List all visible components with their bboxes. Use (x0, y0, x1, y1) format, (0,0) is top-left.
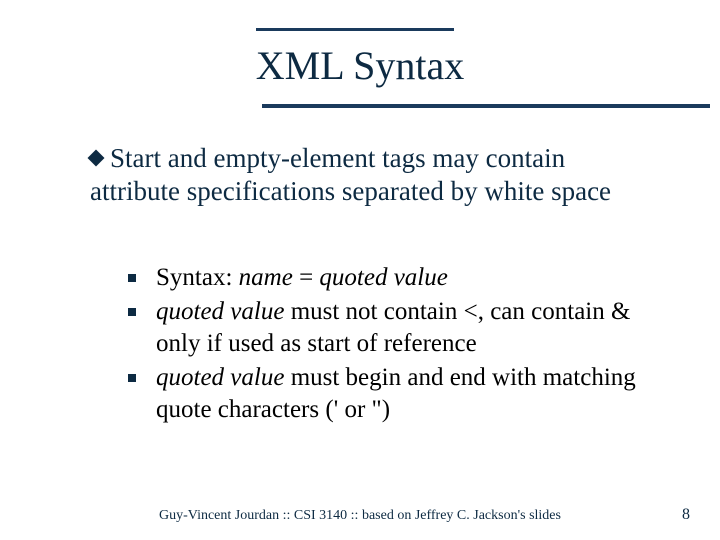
sub2-mono1: < (464, 298, 478, 325)
top-rule (256, 28, 454, 31)
sub2-mono2: & (611, 298, 630, 325)
sub2-mid2: , can contain (478, 298, 611, 325)
square-icon (128, 308, 136, 316)
sub3-mono2: " (372, 396, 382, 423)
sub1-italic2: quoted value (319, 264, 447, 291)
sub-bullet-1: Syntax: name = quoted value (128, 262, 670, 294)
sub2-mid1: must not contain (284, 298, 463, 325)
title-underline (262, 104, 710, 108)
footer-text: Guy-Vincent Jourdan :: CSI 3140 :: based… (0, 508, 720, 524)
sub-bullet-2: quoted value must not contain <, can con… (128, 296, 670, 360)
main-bullet-text: Start and empty-element tags may contain… (90, 143, 611, 206)
sub1-mid1: = (293, 264, 320, 291)
page-number: 8 (682, 506, 690, 524)
diamond-icon (88, 150, 105, 167)
square-icon (128, 274, 136, 282)
main-bullet: Start and empty-element tags may contain… (90, 142, 660, 208)
sub2-italic1: quoted value (156, 298, 284, 325)
sub1-italic1: name (239, 264, 293, 291)
sub2-tail: only if used as start of reference (156, 330, 477, 357)
sub-bullet-list: Syntax: name = quoted value quoted value… (128, 262, 670, 428)
sub3-mid2: or (338, 396, 371, 423)
sub3-italic1: quoted value (156, 364, 284, 391)
sub3-tail: ) (382, 396, 390, 423)
sub-bullet-3: quoted value must begin and end with mat… (128, 362, 670, 426)
square-icon (128, 374, 136, 382)
slide-title: XML Syntax (0, 42, 720, 89)
sub1-prefix: Syntax: (156, 264, 239, 291)
